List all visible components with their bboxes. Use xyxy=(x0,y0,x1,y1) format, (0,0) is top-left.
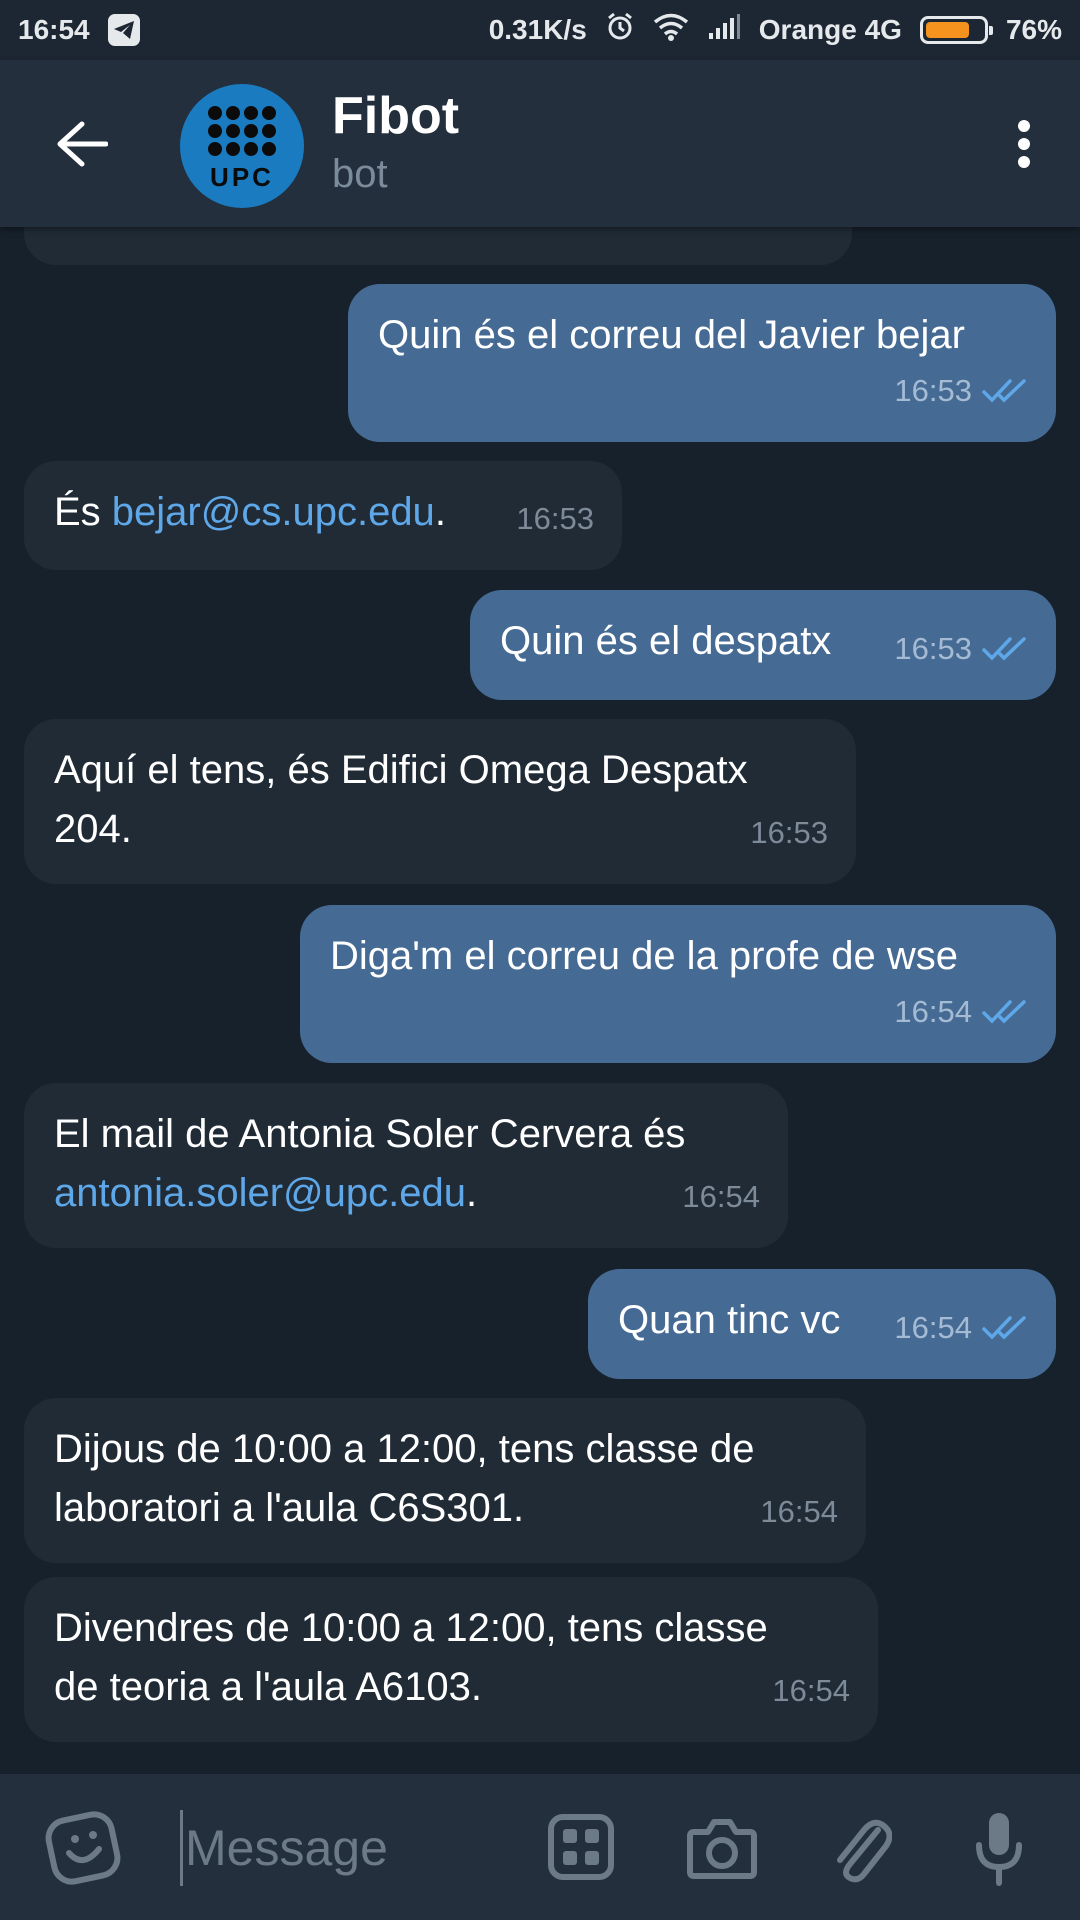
battery-icon xyxy=(919,16,993,44)
message-time: 16:53 xyxy=(746,227,824,243)
message-text-prefix: És xyxy=(54,490,112,534)
message-time: 16:53 xyxy=(894,373,972,408)
message-time: 16:53 xyxy=(750,815,828,850)
message-incoming[interactable]: Aquí el tens, és Edifici Omega Despatx 2… xyxy=(24,719,856,884)
chat-title[interactable]: Fibot xyxy=(332,86,459,146)
carrier-name: Orange 4G xyxy=(758,14,902,45)
network-speed: 0.31K/s xyxy=(488,14,587,45)
double-check-icon xyxy=(982,378,1028,404)
emoji-icon xyxy=(45,1811,121,1885)
back-button[interactable] xyxy=(52,116,112,172)
message-input[interactable]: Message xyxy=(180,1810,510,1886)
email-link[interactable]: bejar@cs.upc.edu xyxy=(112,490,435,534)
upc-logo-dots xyxy=(208,105,276,156)
wifi-icon xyxy=(653,13,689,48)
message-text: És bejar@cs.upc.edu. xyxy=(54,483,592,542)
camera-button[interactable] xyxy=(686,1812,758,1882)
attach-button[interactable] xyxy=(828,1810,894,1886)
message-time: 16:54 xyxy=(894,994,972,1029)
message-text-line: Divendres de 10:00 a 12:00, tens classe xyxy=(54,1606,768,1650)
bot-keyboard-icon xyxy=(548,1814,614,1880)
message-text-suffix: . xyxy=(434,490,446,534)
voice-message-button[interactable] xyxy=(972,1808,1026,1888)
message-text-line: de teoria a l'aula A6103. xyxy=(54,1665,482,1709)
status-time: 16:54 xyxy=(18,14,90,45)
message-time: 16:54 xyxy=(894,1310,972,1345)
avatar-logo-text: UPC xyxy=(210,161,274,192)
message-outgoing[interactable]: Quin és el despatx 16:53 xyxy=(470,590,1056,700)
double-check-icon xyxy=(982,636,1028,662)
battery-level-fill xyxy=(925,22,969,38)
message-incoming[interactable]: El mail de Antonia Soler Cervera és anto… xyxy=(24,1083,788,1248)
message-text: Quin és el correu del Javier bejar xyxy=(378,313,965,357)
message-time: 16:53 xyxy=(516,501,594,536)
chat-subtitle: bot xyxy=(332,152,388,196)
arrow-left-icon xyxy=(57,121,108,167)
double-check-icon xyxy=(982,1315,1028,1341)
message-text-line: 204. xyxy=(54,807,132,851)
message-incoming[interactable]: És bejar@cs.upc.edu. 16:53 xyxy=(24,461,622,570)
dots-vertical-icon xyxy=(1018,120,1030,132)
message-incoming[interactable]: 16:53 xyxy=(24,227,852,265)
emoji-button[interactable] xyxy=(44,1810,122,1886)
message-text: Diga'm el correu de la profe de wse xyxy=(330,934,958,978)
email-link[interactable]: antonia.soler@upc.edu xyxy=(54,1171,466,1215)
camera-icon xyxy=(687,1819,757,1879)
more-options-button[interactable] xyxy=(1004,116,1044,172)
double-check-icon xyxy=(982,999,1028,1025)
signal-icon xyxy=(707,13,741,48)
message-text-line: Aquí el tens, és Edifici Omega Despatx xyxy=(54,748,748,792)
message-outgoing[interactable]: Diga'm el correu de la profe de wse 16:5… xyxy=(300,905,1056,1063)
telegram-chat-screen: 16:54 0.31K/s Orange 4G 76% UPC Fibot bo… xyxy=(0,0,1080,1920)
message-time: 16:54 xyxy=(682,1179,760,1214)
paperclip-icon xyxy=(837,1819,892,1883)
message-text-suffix: . xyxy=(466,1171,478,1215)
message-time: 16:54 xyxy=(760,1494,838,1529)
message-placeholder: Message xyxy=(185,1820,388,1876)
telegram-notification-icon xyxy=(107,14,140,46)
bot-commands-button[interactable] xyxy=(546,1812,616,1882)
status-bar: 16:54 0.31K/s Orange 4G 76% xyxy=(0,0,1080,60)
message-text-line: Dijous de 10:00 a 12:00, tens classe de xyxy=(54,1427,755,1471)
message-outgoing[interactable]: Quin és el correu del Javier bejar 16:53 xyxy=(348,284,1056,442)
bot-avatar[interactable]: UPC xyxy=(180,84,304,208)
message-input-bar: Message xyxy=(0,1774,1080,1920)
message-incoming[interactable]: Divendres de 10:00 a 12:00, tens classe … xyxy=(24,1577,878,1742)
message-time: 16:54 xyxy=(772,1673,850,1708)
alarm-icon xyxy=(605,12,635,49)
microphone-icon xyxy=(976,1813,1022,1886)
message-list[interactable]: 16:53 Quin és el correu del Javier bejar… xyxy=(0,227,1080,1774)
message-outgoing[interactable]: Quan tinc vc 16:54 xyxy=(588,1269,1056,1379)
message-incoming[interactable]: Dijous de 10:00 a 12:00, tens classe de … xyxy=(24,1398,866,1563)
message-text-line: laboratori a l'aula C6S301. xyxy=(54,1486,525,1530)
chat-header: UPC Fibot bot xyxy=(0,60,1080,227)
battery-percent: 76% xyxy=(1005,14,1062,45)
message-text-line: El mail de Antonia Soler Cervera és xyxy=(54,1112,686,1156)
message-time: 16:53 xyxy=(894,631,972,666)
